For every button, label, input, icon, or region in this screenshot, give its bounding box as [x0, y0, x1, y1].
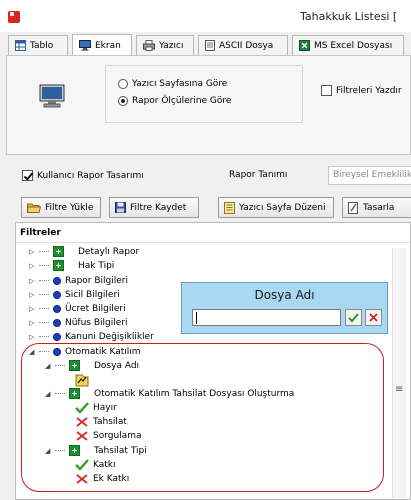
radio-label: Yazıcı Sayfasına Göre	[132, 79, 228, 89]
popup-title: Dosya Adı	[254, 288, 315, 302]
folder-open-icon	[27, 203, 41, 213]
monitor-icon	[39, 84, 65, 108]
monitor-icon	[79, 40, 91, 51]
tab-label: Tablo	[30, 40, 54, 51]
report-design-row: Kullanıcı Rapor Tasarımı Rapor Tanımı Bi…	[22, 166, 411, 188]
radio-rapor-olculerine-gore[interactable]: Rapor Ölçülerine Göre	[118, 96, 231, 106]
expand-arrow-icon[interactable]: ▷	[29, 305, 35, 313]
tree-node-kanuni-degisiklikler[interactable]: ▷ Kanuni Değişiklikler	[29, 330, 154, 343]
scroll-grip-icon[interactable]: ≡	[395, 385, 403, 395]
expand-arrow-icon[interactable]: ▷	[29, 262, 35, 270]
close-icon	[369, 313, 378, 322]
printer-icon	[143, 40, 155, 51]
popup-cancel-button[interactable]	[365, 309, 382, 326]
tree-connector	[39, 322, 49, 323]
tree-connector	[39, 251, 49, 252]
tree-connector	[39, 308, 49, 309]
print-filters-checkbox[interactable]	[321, 85, 332, 96]
radio-label: Rapor Ölçülerine Göre	[132, 96, 232, 106]
excel-icon	[299, 40, 310, 51]
page-size-group: Yazıcı Sayfasına Göre Rapor Ölçülerine G…	[105, 65, 303, 123]
tree-connector	[39, 336, 49, 337]
tree-node-nufus-bilgileri[interactable]: ▷ Nüfus Bilgileri	[29, 316, 128, 329]
tab-ascii-dosya[interactable]: ASCII Dosya	[198, 35, 288, 55]
tree-label: Hak Tipi	[78, 260, 115, 271]
tab-ekran[interactable]: Ekran	[72, 34, 132, 56]
category-dot-icon	[53, 290, 61, 299]
radio-yazici-sayfasina-gore[interactable]: Yazıcı Sayfasına Göre	[118, 79, 227, 89]
expand-arrow-icon[interactable]: ▷	[29, 319, 35, 327]
expand-arrow-icon[interactable]: ▷	[29, 291, 35, 299]
button-label: Yazıcı Sayfa Düzeni	[239, 202, 326, 213]
design-icon	[348, 201, 358, 214]
button-label: Tasarla	[363, 202, 395, 213]
filter-group-icon	[53, 260, 64, 271]
filters-header: Filtreler	[20, 228, 61, 238]
page-layout-icon	[224, 201, 235, 214]
tab-label: ASCII Dosya	[219, 40, 274, 51]
report-definition-label: Rapor Tanımı	[229, 170, 288, 180]
popup-ok-button[interactable]	[345, 309, 362, 326]
tree-node-hak-tipi[interactable]: ▷ Hak Tipi	[29, 259, 114, 272]
user-design-option[interactable]: Kullanıcı Rapor Tasarımı	[22, 170, 144, 181]
divider	[16, 242, 410, 243]
tab-ms-excel[interactable]: MS Excel Dosyası	[292, 35, 404, 55]
tab-label: Yazıcı	[159, 40, 184, 51]
tree-connector	[39, 294, 49, 295]
tab-label: Ekran	[95, 40, 121, 51]
document-icon	[205, 40, 215, 51]
tasarla-button[interactable]: Tasarla	[342, 197, 411, 218]
category-dot-icon	[53, 318, 61, 327]
yazici-sayfa-duzeni-button[interactable]: Yazıcı Sayfa Düzeni	[218, 197, 334, 218]
app-icon	[8, 11, 20, 23]
radio-button-selected[interactable]	[118, 96, 128, 106]
text-cursor	[196, 312, 197, 324]
button-label: Filtre Kaydet	[130, 202, 187, 213]
expand-arrow-icon[interactable]: ▷	[29, 333, 35, 341]
checkmark-icon	[348, 312, 359, 322]
filters-scrollbar[interactable]: ≡	[392, 248, 406, 498]
dosya-adi-popup: Dosya Adı	[181, 282, 388, 334]
filtre-yukle-button[interactable]: Filtre Yükle	[21, 197, 101, 218]
user-design-label: Kullanıcı Rapor Tasarımı	[37, 170, 144, 181]
user-design-checkbox[interactable]	[22, 170, 33, 181]
table-icon	[15, 40, 26, 51]
print-filters-option[interactable]: Filtreleri Yazdır	[321, 85, 402, 96]
radio-button[interactable]	[118, 79, 128, 89]
expand-arrow-icon[interactable]: ▷	[29, 248, 35, 256]
tab-yazici[interactable]: Yazıcı	[136, 35, 194, 55]
tree-label: Nüfus Bilgileri	[65, 317, 128, 328]
tree-label: Kanuni Değişiklikler	[65, 331, 154, 342]
category-dot-icon	[53, 304, 61, 313]
tab-label: MS Excel Dosyası	[314, 40, 393, 51]
save-icon	[115, 202, 126, 213]
category-dot-icon	[53, 276, 61, 285]
button-label: Filtre Yükle	[45, 202, 94, 213]
highlight-annotation	[21, 343, 384, 492]
tree-node-ucret-bilgileri[interactable]: ▷ Ücret Bilgileri	[29, 302, 126, 315]
filtre-kaydet-button[interactable]: Filtre Kaydet	[109, 197, 199, 218]
action-buttons: Filtre Yükle Filtre Kaydet Yazıcı Sayfa …	[18, 197, 411, 219]
category-dot-icon	[53, 332, 61, 341]
tree-node-sicil-bilgileri[interactable]: ▷ Sicil Bilgileri	[29, 288, 120, 301]
tree-label: Sicil Bilgileri	[65, 289, 120, 300]
report-definition-field[interactable]: Bireysel Emeklilik	[328, 166, 411, 185]
expand-arrow-icon[interactable]: ▷	[29, 277, 35, 285]
tab-tablo[interactable]: Tablo	[8, 35, 68, 55]
title-bar: Tahakkuk Listesi [	[0, 0, 411, 32]
window-title: Tahakkuk Listesi [	[300, 10, 398, 23]
tree-node-detayli-rapor[interactable]: ▷ Detaylı Rapor	[29, 245, 139, 258]
tree-connector	[39, 280, 49, 281]
output-tabs: Tablo Ekran Yazıcı ASCII Dosya MS Excel …	[6, 33, 411, 56]
file-name-input[interactable]	[192, 309, 341, 326]
print-filters-label: Filtreleri Yazdır	[336, 85, 402, 96]
tree-label: Ücret Bilgileri	[65, 303, 126, 314]
filter-group-icon	[53, 246, 64, 257]
tree-node-rapor-bilgileri[interactable]: ▷ Rapor Bilgileri	[29, 274, 128, 287]
tree-connector	[39, 265, 49, 266]
screen-options-panel: Yazıcı Sayfasına Göre Rapor Ölçülerine G…	[6, 55, 411, 155]
tree-label: Detaylı Rapor	[78, 246, 140, 257]
tree-label: Rapor Bilgileri	[65, 275, 128, 286]
